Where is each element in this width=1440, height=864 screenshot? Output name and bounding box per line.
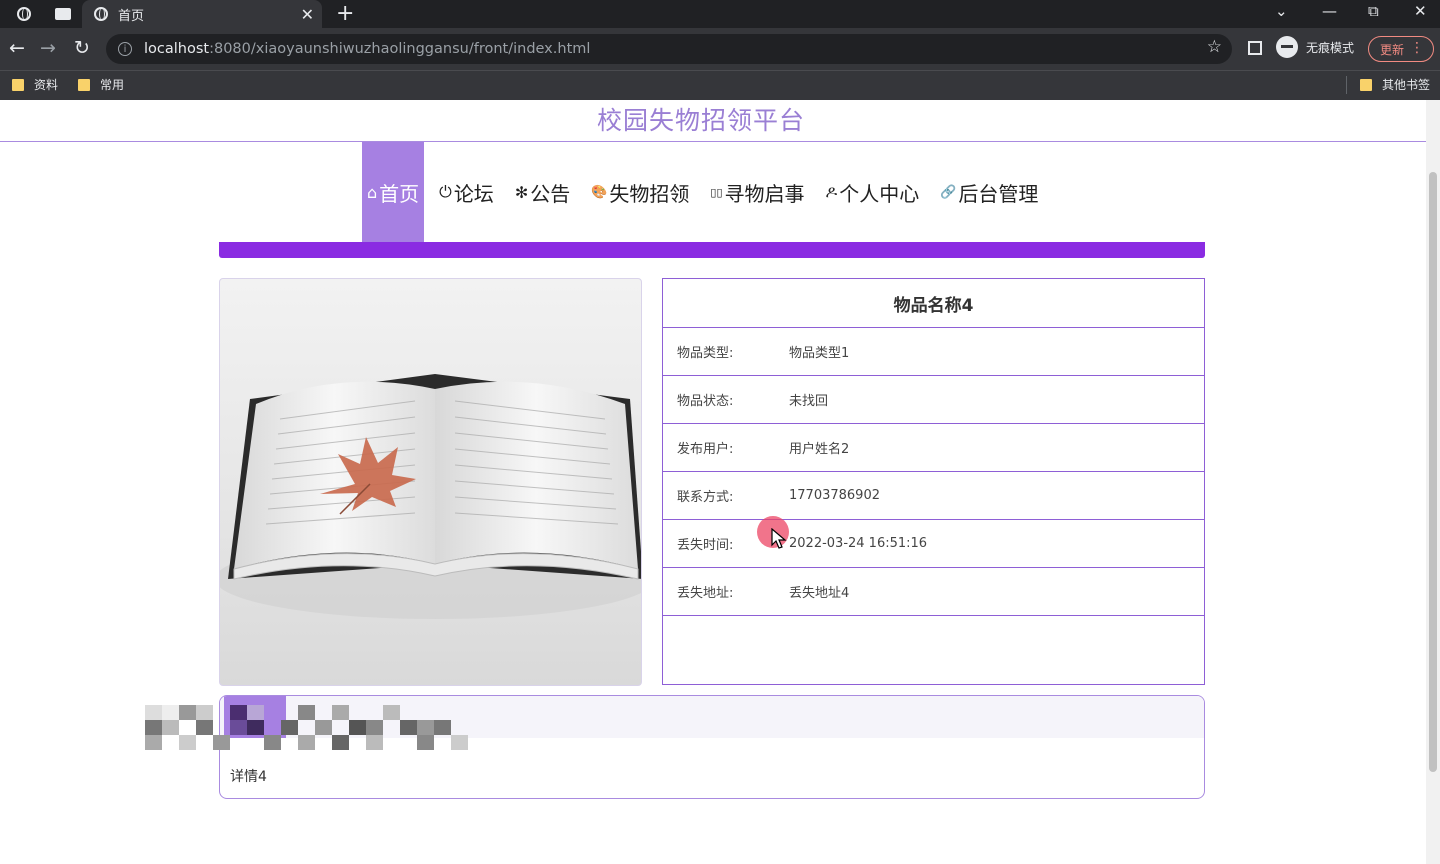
info-icon[interactable]: i bbox=[118, 42, 132, 56]
info-label: 物品状态: bbox=[677, 394, 734, 409]
info-value: 2022-03-24 16:51:16 bbox=[789, 536, 928, 551]
info-label: 联系方式: bbox=[677, 490, 734, 505]
info-row-status: 物品状态: 未找回 bbox=[663, 376, 1204, 424]
tab-search-icon[interactable] bbox=[55, 8, 71, 20]
info-value: 未找回 bbox=[789, 394, 829, 409]
menu-item-admin[interactable]: 🔗 后台管理 bbox=[935, 142, 1043, 242]
info-label: 物品类型: bbox=[677, 346, 734, 361]
menu-label: 失物招领 bbox=[609, 181, 690, 206]
update-label: 更新 bbox=[1380, 42, 1405, 57]
menu-item-forum[interactable]: ⏻ 论坛 bbox=[434, 142, 499, 242]
info-row-lost-time: 丢失时间: 2022-03-24 16:51:16 bbox=[663, 520, 1204, 568]
bookmark-divider bbox=[1346, 76, 1347, 94]
info-value: 丢失地址4 bbox=[789, 586, 850, 601]
browser-icon[interactable] bbox=[17, 7, 31, 21]
menu-item-home[interactable]: ⌂ 首页 bbox=[362, 142, 425, 242]
browser-tab-strip: 首页 ✕ + ⌄ — ⧉ ✕ bbox=[0, 0, 1440, 28]
tab-home[interactable]: 首页 ✕ bbox=[82, 0, 322, 28]
minimize-button[interactable]: — bbox=[1322, 2, 1337, 20]
incognito-icon bbox=[1276, 36, 1298, 58]
mouse-cursor-icon bbox=[771, 528, 787, 549]
main-menu: ⌂ 首页 ⏻ 论坛 ✻ 公告 🎨 失物招领 ▯▯ 寻物启事 ዶ 个人中心 🔗 后… bbox=[362, 142, 1054, 242]
incognito-indicator[interactable]: 无痕模式 bbox=[1276, 36, 1354, 58]
menu-label: 后台管理 bbox=[958, 181, 1039, 206]
reload-icon[interactable]: ↻ bbox=[74, 37, 90, 59]
menu-label: 寻物启事 bbox=[724, 181, 805, 206]
menu-label: 个人中心 bbox=[839, 181, 920, 206]
folder-icon bbox=[12, 78, 24, 91]
menu-item-notice[interactable]: ✻ 公告 bbox=[510, 142, 575, 242]
window-close-button[interactable]: ✕ bbox=[1414, 2, 1427, 20]
menu-label: 首页 bbox=[379, 181, 420, 206]
info-row-user: 发布用户: 用户姓名2 bbox=[663, 424, 1204, 472]
bookmark-label: 资料 bbox=[34, 78, 59, 92]
new-tab-button[interactable]: + bbox=[336, 1, 354, 26]
folder-icon bbox=[1360, 78, 1372, 91]
info-row-contact: 联系方式: 17703786902 bbox=[663, 472, 1204, 520]
bookmark-star-icon[interactable]: ☆ bbox=[1207, 37, 1222, 57]
incognito-label: 无痕模式 bbox=[1306, 40, 1355, 55]
user-icon: ዶ bbox=[825, 182, 838, 201]
close-icon[interactable]: ✕ bbox=[301, 5, 314, 24]
tab-list-icon[interactable]: ⌄ bbox=[1275, 2, 1288, 20]
home-icon: ⌂ bbox=[367, 182, 378, 202]
info-label: 丢失地址: bbox=[677, 586, 734, 601]
bookmark-folder[interactable]: 资料 bbox=[12, 76, 58, 93]
omnibox[interactable]: i localhost:8080/xiaoyaunshiwuzhaolingga… bbox=[106, 34, 1232, 64]
tab-title: 首页 bbox=[118, 8, 145, 24]
palette-icon: 🎨 bbox=[591, 184, 608, 200]
bookmarks-bar: 资料 常用 其他书签 bbox=[0, 70, 1440, 100]
globe-icon bbox=[94, 7, 108, 21]
bookmark-label: 常用 bbox=[100, 78, 125, 92]
page-scrollbar[interactable] bbox=[1426, 100, 1440, 864]
item-info-table: 物品名称4 物品类型: 物品类型1 物品状态: 未找回 发布用户: 用户姓名2 … bbox=[662, 278, 1205, 685]
power-icon: ⏻ bbox=[439, 182, 452, 201]
open-book-image bbox=[220, 374, 641, 619]
info-row-lost-address: 丢失地址: 丢失地址4 bbox=[663, 568, 1204, 616]
side-panel-icon[interactable] bbox=[1248, 41, 1262, 55]
link-icon: 🔗 bbox=[940, 184, 957, 200]
url-path: :8080/xiaoyaunshiwuzhaolinggansu/front/i… bbox=[209, 41, 591, 57]
url-host: localhost bbox=[144, 41, 210, 57]
menu-item-search-notice[interactable]: ▯▯ 寻物启事 bbox=[705, 142, 809, 242]
other-bookmarks[interactable]: 其他书签 bbox=[1360, 76, 1430, 93]
folder-icon bbox=[78, 78, 90, 91]
menu-label: 公告 bbox=[530, 181, 571, 206]
site-title: 校园失物招领平台 bbox=[596, 106, 805, 135]
restore-button[interactable]: ⧉ bbox=[1368, 2, 1379, 20]
menu-accent-bar bbox=[219, 242, 1205, 258]
pixelated-overlay bbox=[145, 705, 485, 750]
info-row-type: 物品类型: 物品类型1 bbox=[663, 328, 1204, 376]
page-viewport: 校园失物招领平台 ⌂ 首页 ⏻ 论坛 ✻ 公告 🎨 失物招领 ▯▯ 寻物启事 ዶ… bbox=[0, 100, 1426, 864]
scrollbar-thumb[interactable] bbox=[1429, 172, 1437, 772]
item-photo bbox=[219, 278, 642, 686]
back-icon[interactable]: ← bbox=[9, 37, 25, 59]
update-button[interactable]: 更新 ⋮ bbox=[1368, 36, 1434, 62]
more-icon: ⋮ bbox=[1410, 40, 1424, 56]
address-bar: ← → ↻ i localhost:8080/xiaoyaunshiwuzhao… bbox=[0, 28, 1440, 70]
url-text[interactable]: localhost:8080/xiaoyaunshiwuzhaolinggans… bbox=[144, 41, 590, 57]
book-icon: ▯▯ bbox=[710, 185, 723, 199]
info-value: 用户姓名2 bbox=[789, 442, 850, 457]
item-name: 物品名称4 bbox=[663, 279, 1204, 328]
info-label: 发布用户: bbox=[677, 442, 734, 457]
menu-item-profile[interactable]: ዶ 个人中心 bbox=[821, 142, 925, 242]
snowflake-icon: ✻ bbox=[514, 182, 529, 202]
menu-label: 论坛 bbox=[453, 181, 494, 206]
bookmark-folder[interactable]: 常用 bbox=[78, 76, 124, 93]
info-value: 物品类型1 bbox=[789, 346, 850, 361]
other-bookmarks-label: 其他书签 bbox=[1382, 78, 1431, 92]
menu-item-lost-found[interactable]: 🎨 失物招领 bbox=[586, 142, 694, 242]
forward-icon[interactable]: → bbox=[40, 37, 56, 59]
info-value: 17703786902 bbox=[789, 488, 880, 503]
